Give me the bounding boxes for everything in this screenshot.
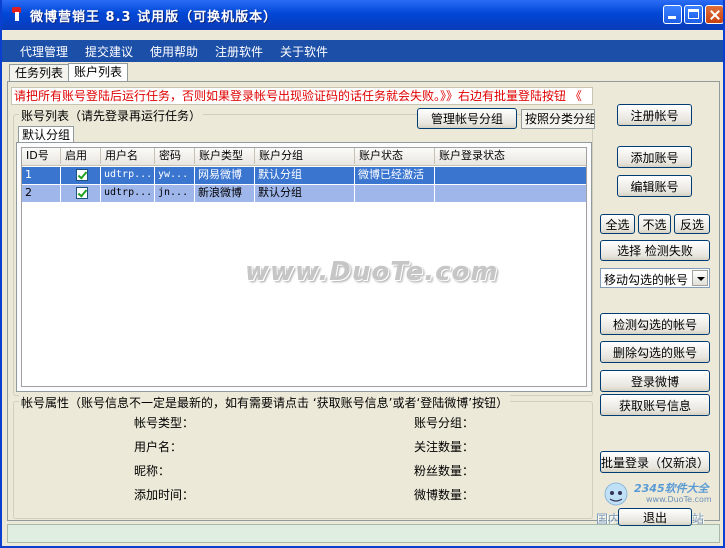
nickname-label: 昵称： [134,464,171,478]
batch-login-button[interactable]: 批量登录（仅新浪） [600,451,710,473]
col-account-group[interactable]: 账户分组 [255,148,355,164]
chevron-down-icon[interactable] [692,270,708,286]
window-title: 微博营销王 8.3 试用版（可换机版本） [30,10,278,25]
tab-default-group[interactable]: 默认分组 [18,126,75,143]
manage-group-button[interactable]: 管理帐号分组 [417,108,517,129]
maximize-button[interactable] [684,5,703,24]
select-all-button[interactable]: 全选 [600,214,635,234]
account-type-label: 帐号类型： [134,416,195,430]
app-icon [10,6,24,22]
login-weibo-button[interactable]: 登录微博 [600,370,710,392]
enabled-checkbox[interactable] [76,169,88,181]
menu-about[interactable]: 关于软件 [280,43,328,60]
corner-logo-brand: 2345软件大全 [634,482,709,495]
invert-selection-button[interactable]: 反选 [674,214,710,234]
cell-enabled [61,185,101,202]
cell-account-group: 默认分组 [255,167,355,184]
cell-enabled [61,167,101,184]
username-label: 用户名： [134,440,183,454]
add-account-button[interactable]: 添加账号 [617,146,692,168]
select-failed-button[interactable]: 选择 检测失败 [600,240,710,261]
title-bar: 微博营销王 8.3 试用版（可换机版本） [2,0,723,30]
account-group-label: 账号分组： [414,416,475,430]
close-button[interactable] [705,5,723,24]
col-password[interactable]: 密码 [155,148,195,164]
delete-selected-button[interactable]: 删除勾选的账号 [600,341,710,363]
col-username[interactable]: 用户名 [101,148,155,164]
cell-login-status [435,167,586,184]
corner-logo-url: www.DuoTe.com [646,495,712,504]
minimize-icon [668,16,676,19]
select-none-button[interactable]: 不选 [638,214,671,234]
exit-button[interactable]: 退出 [618,508,692,526]
menu-register[interactable]: 注册软件 [215,43,263,60]
cell-account-group: 默认分组 [255,185,355,202]
register-account-button[interactable]: 注册帐号 [617,104,692,126]
main-window: 微博营销王 8.3 试用版（可换机版本） 代理管理 提交建议 使用帮助 注册软件… [0,0,725,548]
move-selected-value: 移动勾选的帐号 [604,273,689,287]
tab-task-list[interactable]: 任务列表 [9,64,70,82]
table-row[interactable]: 1 udtrp... yw... 网易微博 默认分组 微博已经激活 [22,167,586,184]
cell-password: jn... [155,185,195,202]
table-header: ID号 启用 用户名 密码 账户类型 账户分组 账户状态 账户登录状态 [22,148,586,166]
enabled-checkbox[interactable] [76,187,88,199]
col-account-type[interactable]: 账户类型 [195,148,255,164]
menu-proxy[interactable]: 代理管理 [20,43,68,60]
cell-account-type: 网易微博 [195,167,255,184]
fans-count-label: 粉丝数量： [414,464,475,478]
account-list-title: 账号列表（请先登录再运行任务） [19,107,204,124]
added-time-label: 添加时间： [134,488,195,502]
edit-account-button[interactable]: 编辑账号 [617,175,692,197]
cell-account-status: 微博已经激活 [355,167,435,184]
menu-feedback[interactable]: 提交建议 [85,43,133,60]
follow-count-label: 关注数量： [414,440,475,454]
cell-username: udtrp... [101,167,155,184]
cell-login-status [435,185,586,202]
cell-id: 1 [22,167,61,184]
cell-account-status [355,185,435,202]
move-selected-dropdown[interactable]: 移动勾选的帐号 [600,268,710,288]
group-by-category-tab[interactable]: 按照分类分组 [521,109,595,129]
tab-account-list[interactable]: 账户列表 [68,63,129,83]
weibo-count-label: 微博数量： [414,488,475,502]
account-properties-group [13,401,593,519]
table-row[interactable]: 2 udtrp... jn... 新浪微博 默认分组 [22,185,586,202]
check-selected-button[interactable]: 检测勾选的帐号 [600,313,710,335]
col-id[interactable]: ID号 [22,148,61,164]
col-login-status[interactable]: 账户登录状态 [435,148,586,164]
account-properties-title: 帐号属性（账号信息不一定是最新的，如有需要请点击 ‘获取账号信息’或者‘登陆微博… [19,394,511,411]
col-account-status[interactable]: 账户状态 [355,148,435,164]
cell-id: 2 [22,185,61,202]
cell-account-type: 新浪微博 [195,185,255,202]
warning-message: 请把所有账号登陆后运行任务，否则如果登录帐号出现验证码的话任务就会失败。》》右边… [11,87,593,105]
maximize-icon [688,9,699,19]
col-enabled[interactable]: 启用 [61,148,101,164]
menu-help[interactable]: 使用帮助 [150,43,198,60]
minimize-button[interactable] [663,5,682,24]
cell-username: udtrp... [101,185,155,202]
cell-password: yw... [155,167,195,184]
status-bar [7,524,720,543]
watermark: www.DuoTe.com [245,257,499,287]
menu-bar: 代理管理 提交建议 使用帮助 注册软件 关于软件 [2,40,723,62]
get-account-info-button[interactable]: 获取账号信息 [600,394,710,416]
